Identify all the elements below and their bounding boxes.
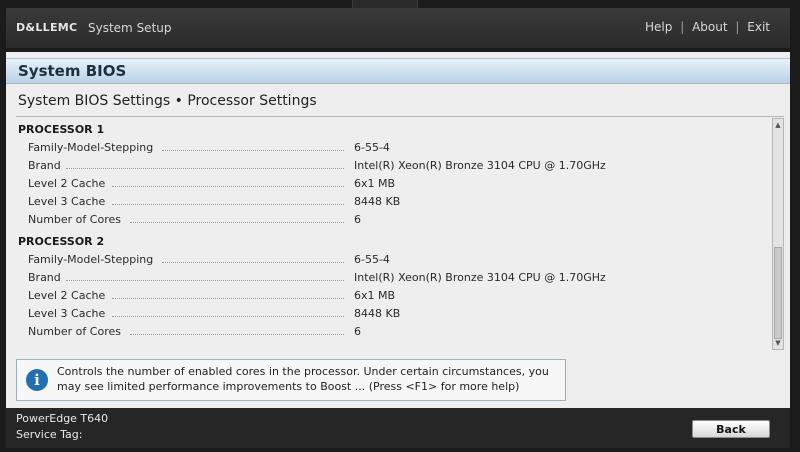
dellemc-logo: D&LLEMC [16, 21, 78, 34]
setting-row[interactable]: Family-Model-Stepping 6-55-4 [28, 141, 768, 157]
info-icon: i [26, 369, 48, 391]
dot-leader [112, 298, 344, 299]
setting-label: Level 3 Cache [28, 195, 106, 208]
help-text-line: may see limited performance improvements… [57, 380, 520, 393]
setting-row[interactable]: Brand Intel(R) Xeon(R) Bronze 3104 CPU @… [28, 271, 768, 287]
dot-leader [162, 150, 344, 151]
about-link[interactable]: About [692, 20, 727, 34]
dot-leader [66, 168, 344, 169]
setting-row[interactable]: Number of Cores 6 [28, 213, 768, 229]
section-header: System BIOS [6, 58, 790, 84]
setting-label: Brand [28, 271, 61, 284]
setting-label: Level 2 Cache [28, 177, 106, 190]
help-text-line: Controls the number of enabled cores in … [57, 365, 549, 378]
dot-leader [112, 316, 344, 317]
exit-link[interactable]: Exit [747, 20, 770, 34]
setting-value: 6 [354, 325, 361, 338]
link-separator: | [680, 20, 685, 34]
system-model: PowerEdge T640 [16, 412, 109, 425]
setting-row[interactable]: Level 3 Cache 8448 KB [28, 195, 768, 211]
section-title: System BIOS [18, 62, 127, 80]
dot-leader [162, 262, 344, 263]
setting-row[interactable]: Level 3 Cache 8448 KB [28, 307, 768, 323]
scroll-down-arrow-icon[interactable]: ▼ [773, 338, 783, 348]
dot-leader [112, 186, 344, 187]
setting-label: Family-Model-Stepping [28, 253, 154, 266]
processor-1-title: PROCESSOR 1 [18, 123, 105, 136]
setting-row[interactable]: Number of Cores 6 [28, 325, 768, 341]
settings-list: PROCESSOR 1 Family-Model-Stepping 6-55-4… [6, 118, 770, 350]
help-link[interactable]: Help [645, 20, 672, 34]
setting-label: Family-Model-Stepping [28, 141, 154, 154]
dot-leader [112, 204, 344, 205]
setting-row[interactable]: Level 2 Cache 6x1 MB [28, 289, 768, 305]
back-button[interactable]: Back [692, 420, 770, 438]
footer-bar: PowerEdge T640 Service Tag: Back [6, 408, 790, 448]
help-text: Controls the number of enabled cores in … [57, 364, 557, 394]
processor-2-title: PROCESSOR 2 [18, 235, 105, 248]
dot-leader [130, 334, 344, 335]
setting-value: 6 [354, 213, 361, 226]
divider [16, 116, 784, 117]
main-panel: System BIOS System BIOS Settings • Proce… [6, 52, 790, 408]
setting-row[interactable]: Level 2 Cache 6x1 MB [28, 177, 768, 193]
vertical-scrollbar[interactable]: ▲ ▼ [772, 118, 784, 350]
setting-value: 6x1 MB [354, 177, 396, 190]
top-bar: D&LLEMC System Setup Help | About | Exit [6, 8, 790, 48]
setting-label: Brand [28, 159, 61, 172]
dot-leader [130, 222, 344, 223]
setting-label: Number of Cores [28, 213, 121, 226]
setting-value: 6x1 MB [354, 289, 396, 302]
setting-row[interactable]: Brand Intel(R) Xeon(R) Bronze 3104 CPU @… [28, 159, 768, 175]
setting-value: 6-55-4 [354, 253, 390, 266]
scrollbar-thumb[interactable] [774, 247, 782, 339]
setting-label: Level 2 Cache [28, 289, 106, 302]
setting-label: Number of Cores [28, 325, 121, 338]
setting-value: Intel(R) Xeon(R) Bronze 3104 CPU @ 1.70G… [354, 159, 606, 172]
service-tag: Service Tag: [16, 428, 83, 441]
app-title: System Setup [88, 21, 172, 35]
link-separator: | [735, 20, 740, 34]
setting-value: 8448 KB [354, 307, 401, 320]
help-text-box: i Controls the number of enabled cores i… [16, 359, 566, 401]
top-links: Help | About | Exit [645, 20, 770, 34]
setting-value: 8448 KB [354, 195, 401, 208]
setting-value: 6-55-4 [354, 141, 390, 154]
breadcrumb: System BIOS Settings • Processor Setting… [18, 93, 317, 109]
setting-value: Intel(R) Xeon(R) Bronze 3104 CPU @ 1.70G… [354, 271, 606, 284]
setting-row[interactable]: Family-Model-Stepping 6-55-4 [28, 253, 768, 269]
setting-label: Level 3 Cache [28, 307, 106, 320]
scroll-up-arrow-icon[interactable]: ▲ [773, 120, 783, 130]
dot-leader [66, 280, 344, 281]
